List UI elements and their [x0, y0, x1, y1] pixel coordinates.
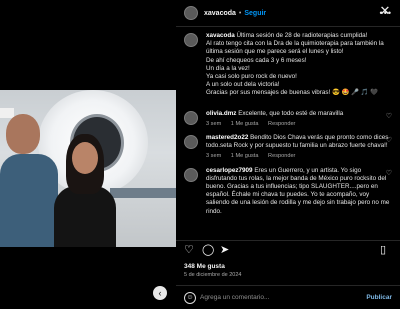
list-item: cesarlopez7909 Eres un Guerrero, y un ar…: [176, 161, 400, 216]
comment-time: 3 sem: [206, 153, 222, 160]
list-item: olivia.dmz Excelente, que todo esté de m…: [176, 104, 400, 128]
comment-likes[interactable]: 1 Me gusta: [231, 121, 259, 127]
comment-username[interactable]: mastered2o22: [206, 134, 248, 141]
man-figure-head: [6, 114, 40, 154]
separator-dot: •: [238, 9, 242, 17]
caption-line: Al rato tengo cita con la Dra de la quim…: [206, 40, 384, 56]
woman-figure-face: [72, 142, 98, 174]
man-figure-body: [0, 154, 58, 247]
post-modal: xavacoda • Seguir ••• xavacoda Última se…: [0, 0, 400, 308]
avatar[interactable]: [184, 33, 198, 47]
comments-scroll[interactable]: xavacoda Última sesión de 28 de radioter…: [176, 26, 400, 236]
share-icon[interactable]: ➤: [220, 245, 229, 256]
comment-username[interactable]: olivia.dmz: [206, 110, 236, 117]
post-date[interactable]: 5 de diciembre de 2024: [184, 272, 241, 278]
caption-line: Gracias por sus mensajes de buenas vibra…: [206, 89, 379, 97]
comment-text: Excelente, que todo esté de maravilla: [238, 109, 344, 117]
avatar[interactable]: [184, 135, 198, 150]
post-username[interactable]: xavacoda: [204, 10, 236, 17]
heart-icon[interactable]: ♡: [184, 245, 194, 256]
emoji-icon[interactable]: ☺: [184, 292, 196, 304]
comment-input[interactable]: [200, 291, 350, 303]
action-bar: ♡ ◯ ➤ ▯: [176, 240, 400, 259]
reply-button[interactable]: Responder: [268, 121, 295, 127]
post-header: xavacoda • Seguir •••: [176, 0, 400, 27]
heart-icon[interactable]: ♡: [386, 112, 392, 120]
woman-figure-body: [54, 186, 116, 247]
post-sidebar: xavacoda • Seguir ••• xavacoda Última se…: [176, 0, 400, 308]
avatar[interactable]: [184, 167, 198, 182]
comment-time: 3 sem: [206, 120, 222, 127]
comment-icon[interactable]: ◯: [202, 245, 214, 256]
comment-likes[interactable]: 1 Me gusta: [231, 153, 259, 159]
caption-username[interactable]: xavacoda: [206, 32, 235, 39]
caption-line: Última sesión de 28 de radioterapias cum…: [236, 32, 368, 39]
post-media: [0, 0, 176, 308]
back-arrow-icon[interactable]: ‹: [153, 286, 167, 300]
follow-button[interactable]: Seguir: [244, 10, 266, 17]
post-photo: [0, 90, 176, 247]
likes-count[interactable]: 348 Me gusta: [184, 263, 225, 270]
caption-line: A un solo out dela victoria!: [206, 81, 280, 89]
caption-line: Un día a la vez!: [206, 64, 250, 72]
post-caption: xavacoda Última sesión de 28 de radioter…: [176, 26, 400, 98]
lamp-shape: [0, 108, 14, 118]
add-comment-bar: ☺ Publicar: [176, 285, 400, 309]
reply-button[interactable]: Responder: [268, 153, 295, 159]
bed-shape: [110, 188, 176, 198]
close-icon[interactable]: ✕: [378, 4, 392, 18]
avatar[interactable]: [184, 6, 198, 20]
heart-icon[interactable]: ♡: [386, 136, 392, 144]
list-item: mastered2o22 Bendito Dios Chava verás qu…: [176, 128, 400, 161]
comment-username[interactable]: cesarlopez7909: [206, 167, 253, 174]
avatar[interactable]: [184, 110, 198, 125]
post-comment-button[interactable]: Publicar: [366, 294, 392, 301]
caption-line: De ahí chequeos cada 3 y 6 meses!: [206, 56, 307, 64]
caption-line: Ya casi solo puro rock de nuevo!: [206, 73, 297, 81]
bookmark-icon[interactable]: ▯: [380, 245, 386, 256]
heart-icon[interactable]: ♡: [386, 169, 392, 177]
